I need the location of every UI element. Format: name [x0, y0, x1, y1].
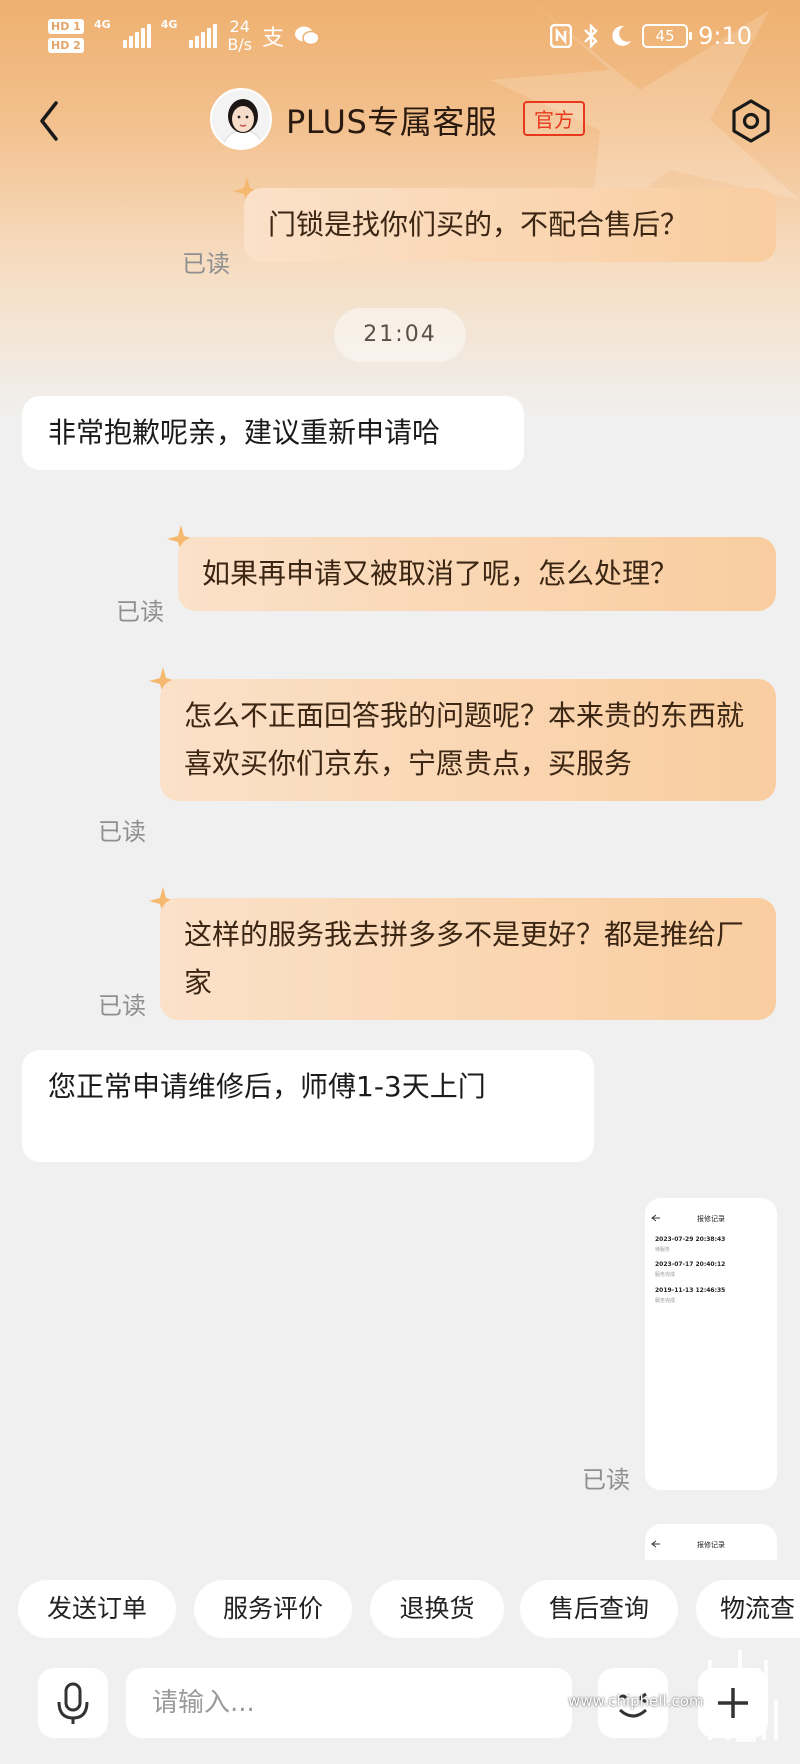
message-bubble-outgoing[interactable]: 怎么不正面回答我的问题呢？本来贵的东西就喜欢买你们京东，宁愿贵点，买服务	[160, 679, 776, 801]
quick-reply-send-order[interactable]: 发送订单	[18, 1580, 176, 1638]
message-bubble-outgoing[interactable]: 门锁是找你们买的，不配合售后？	[244, 188, 776, 262]
record-status: 服务完成	[655, 1272, 676, 1278]
message-bubble-outgoing[interactable]: 如果再申请又被取消了呢，怎么处理？	[178, 537, 776, 611]
input-bar	[0, 1660, 800, 1764]
message-text: 门锁是找你们买的，不配合售后？	[268, 208, 689, 241]
hd2-indicator: HD 2	[48, 38, 84, 53]
site-watermark: www.chiphell.com	[568, 1692, 704, 1710]
screenshot-title: 报修记录	[697, 1215, 725, 1223]
quick-reply-logistics[interactable]: 物流查	[696, 1580, 800, 1638]
quick-reply-after-sales-query[interactable]: 售后查询	[520, 1580, 678, 1638]
official-badge: 官方	[523, 101, 585, 136]
chiphell-watermark-logo	[708, 1650, 778, 1742]
network-type-2: 4G	[160, 18, 178, 31]
network-speed: 24 B/s	[227, 18, 252, 54]
hd1-indicator: HD 1	[48, 19, 84, 34]
record-date: 2023-07-17 20:40:12	[655, 1261, 726, 1268]
read-receipt: 已读	[98, 992, 146, 1020]
chevron-left-icon	[40, 101, 58, 141]
gear-icon	[732, 99, 770, 143]
message-text: 这样的服务我去拼多多不是更好？都是推给厂家	[184, 918, 745, 999]
voice-input-button[interactable]	[38, 1668, 108, 1738]
read-receipt: 已读	[182, 250, 230, 278]
alipay-icon: 支	[262, 26, 285, 51]
screenshot-title: 报修记录	[697, 1541, 725, 1549]
microphone-icon	[57, 1682, 89, 1724]
quick-reply-bar: 发送订单 服务评价 退换货 售后查询 物流查	[0, 1580, 800, 1640]
back-button[interactable]	[30, 96, 74, 146]
chat-header: PLUS专属客服 官方	[0, 80, 800, 160]
wechat-icon	[295, 26, 320, 46]
battery-icon: 45	[642, 24, 693, 48]
signal-strength-icon	[122, 24, 151, 48]
time-divider: 21:04	[334, 308, 466, 362]
message-bubble-incoming[interactable]: 您正常申请维修后，师傅1-3天上门	[22, 1050, 594, 1162]
message-bubble-incoming[interactable]: 非常抱歉呢亲，建议重新申请哈	[22, 396, 524, 470]
do-not-disturb-moon-icon	[612, 25, 632, 46]
message-text: 怎么不正面回答我的问题呢？本来贵的东西就喜欢买你们京东，宁愿贵点，买服务	[184, 699, 745, 780]
network-speed-value: 24	[229, 17, 250, 36]
nfc-icon	[550, 24, 573, 48]
read-receipt: 已读	[116, 598, 164, 626]
clock: 9:10	[698, 22, 752, 50]
settings-button[interactable]	[728, 98, 774, 144]
agent-avatar[interactable]	[210, 88, 272, 150]
image-message-screenshot-partial[interactable]: 报修记录	[645, 1524, 777, 1560]
page-title: PLUS专属客服	[286, 103, 498, 141]
read-receipt: 已读	[582, 1466, 630, 1494]
read-receipt: 已读	[98, 818, 146, 846]
message-bubble-outgoing[interactable]: 这样的服务我去拼多多不是更好？都是推给厂家	[160, 898, 776, 1020]
message-input[interactable]	[126, 1668, 572, 1738]
record-status: 服务完成	[655, 1298, 676, 1304]
bluetooth-icon	[584, 23, 598, 49]
agent-portrait-image	[212, 90, 270, 148]
status-bar: HD 1 HD 2 4G 4G 24 B/s 支 45 9:10	[0, 0, 800, 78]
image-message-screenshot[interactable]: 报修记录 2023-07-29 20:38:43 待服务 2023-07-17 …	[645, 1198, 777, 1490]
record-date: 2019-11-13 12:46:35	[655, 1287, 726, 1294]
network-type-1: 4G	[94, 18, 111, 31]
signal-strength-icon-2	[189, 24, 218, 48]
message-text: 非常抱歉呢亲，建议重新申请哈	[48, 416, 441, 449]
chat-area[interactable]: 门锁是找你们买的，不配合售后？ 已读 21:04 非常抱歉呢亲，建议重新申请哈 …	[0, 0, 800, 1560]
quick-reply-return-exchange[interactable]: 退换货	[370, 1580, 504, 1638]
message-text: 如果再申请又被取消了呢，怎么处理？	[202, 557, 679, 590]
network-speed-unit: B/s	[227, 35, 253, 54]
message-text: 您正常申请维修后，师傅1-3天上门	[48, 1070, 486, 1103]
quick-reply-service-rating[interactable]: 服务评价	[194, 1580, 352, 1638]
record-status: 待服务	[655, 1247, 671, 1253]
record-date: 2023-07-29 20:38:43	[655, 1236, 726, 1243]
